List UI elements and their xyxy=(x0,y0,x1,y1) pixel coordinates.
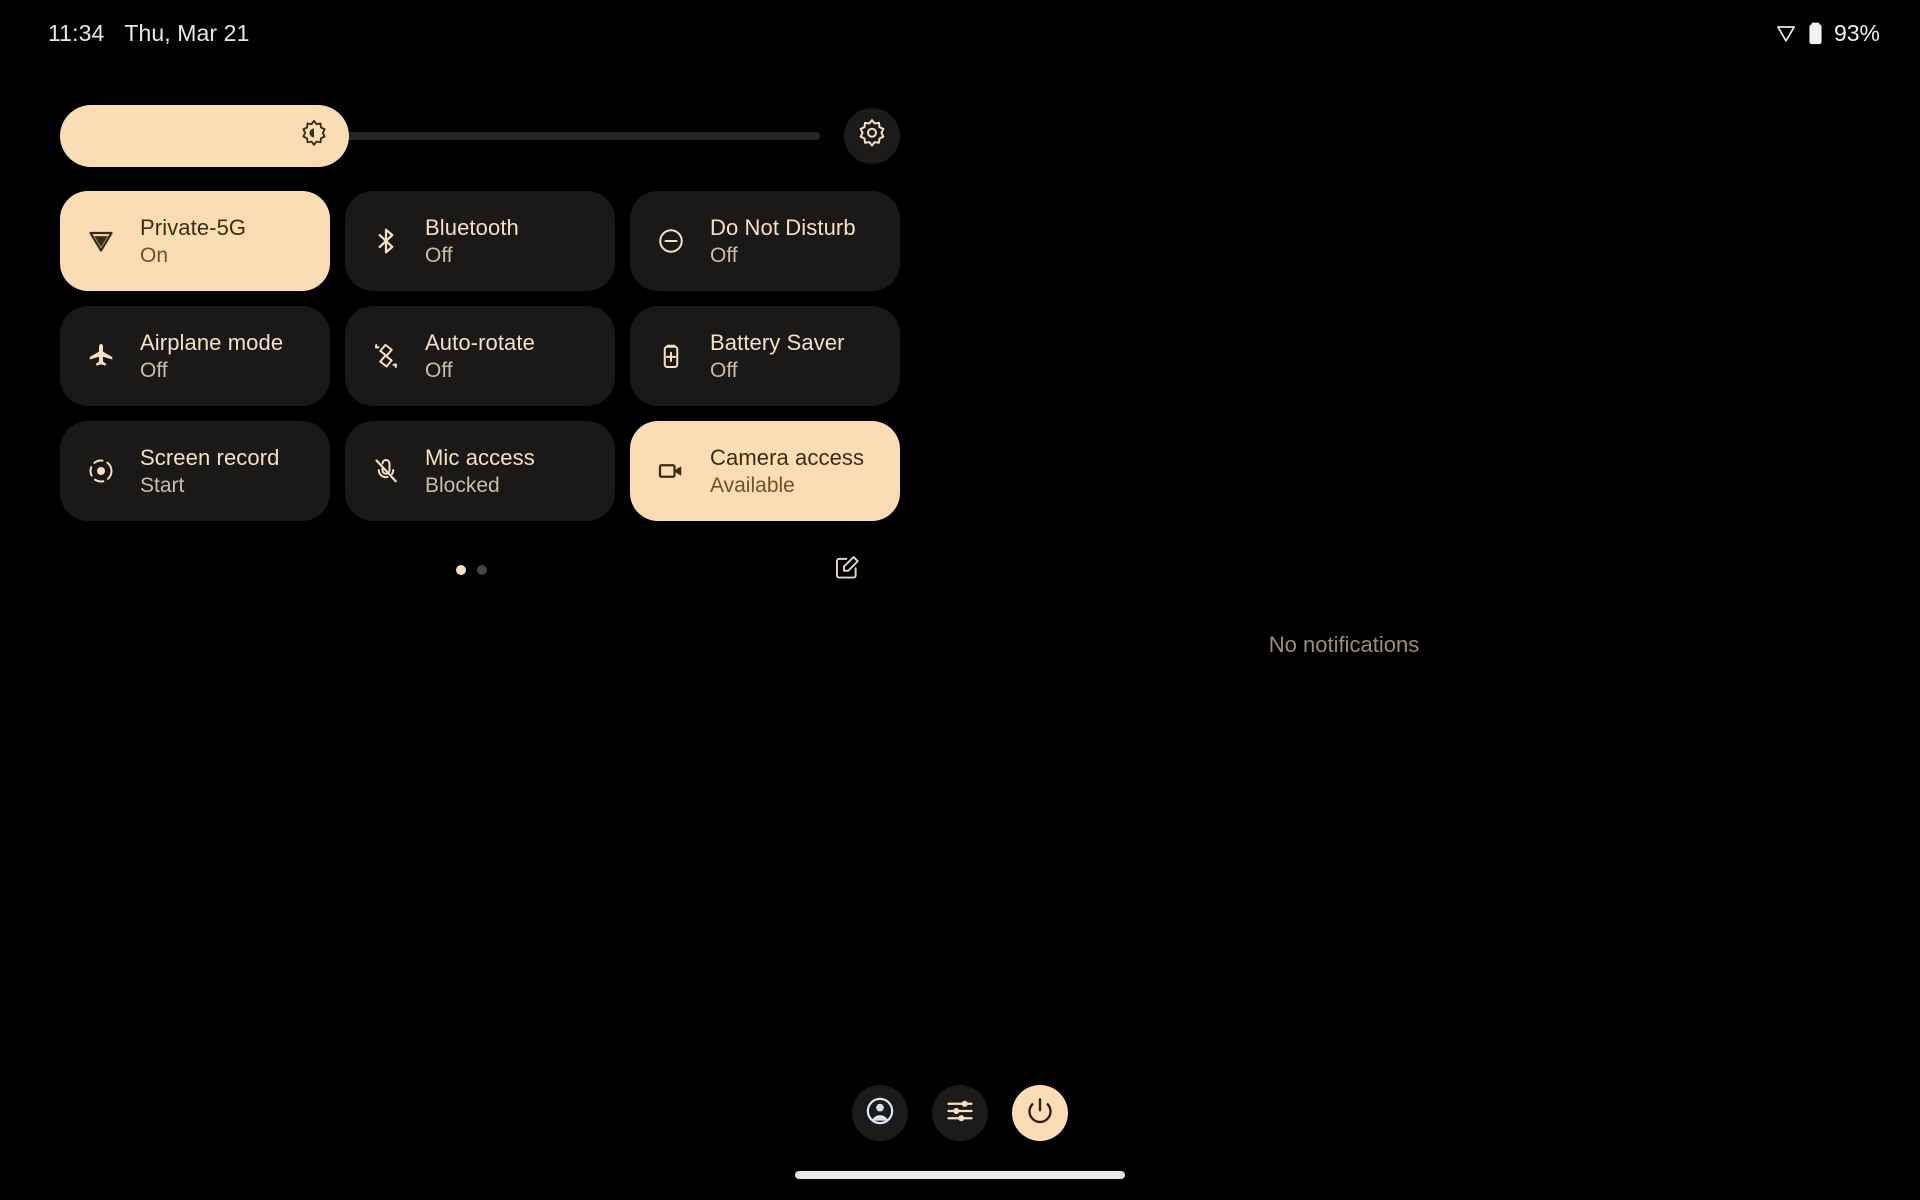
tile-state: Off xyxy=(425,358,453,382)
no-notifications-label: No notifications xyxy=(1268,632,1420,657)
brightness-slider-fill xyxy=(60,105,349,167)
page-dot-1[interactable] xyxy=(456,565,466,575)
screen-record-icon xyxy=(84,454,118,488)
tile-auto-rotate[interactable]: Auto-rotate Off xyxy=(345,306,615,406)
tile-label: Private-5G xyxy=(140,214,247,240)
airplane-icon xyxy=(84,339,118,373)
brightness-row xyxy=(60,105,900,167)
tile-do-not-disturb[interactable]: Do Not Disturb Off xyxy=(630,191,900,291)
battery-icon xyxy=(1808,22,1823,45)
power-icon xyxy=(1025,1096,1055,1131)
private-dns-triangle-icon xyxy=(84,224,118,258)
status-bar-left: 11:34 Thu, Mar 21 xyxy=(48,20,249,47)
tile-camera-access[interactable]: Camera access Available xyxy=(630,421,900,521)
home-indicator[interactable] xyxy=(795,1171,1125,1179)
power-button[interactable] xyxy=(1012,1085,1068,1141)
brightness-auto-button[interactable] xyxy=(844,108,900,164)
account-circle-icon xyxy=(864,1095,896,1132)
mic-off-icon xyxy=(369,454,403,488)
bluetooth-icon xyxy=(369,224,403,258)
tile-screen-record[interactable]: Screen record Start xyxy=(60,421,330,521)
bottom-action-bar xyxy=(0,1085,1920,1141)
tile-label: Screen record xyxy=(140,444,280,470)
camera-icon xyxy=(654,454,688,488)
tile-state: Blocked xyxy=(425,473,500,497)
do-not-disturb-icon xyxy=(654,224,688,258)
tile-airplane-mode[interactable]: Airplane mode Off xyxy=(60,306,330,406)
user-switcher-button[interactable] xyxy=(852,1085,908,1141)
tile-label: Auto-rotate xyxy=(425,329,535,355)
battery-saver-icon xyxy=(654,339,688,373)
edit-tiles-button[interactable] xyxy=(825,548,869,592)
status-bar-right: 93% xyxy=(1775,20,1880,47)
tile-label: Bluetooth xyxy=(425,214,519,240)
quick-settings-tile-grid: Private-5G On Bluetooth Off Do Not Distu… xyxy=(60,191,900,521)
status-bar: 11:34 Thu, Mar 21 93% xyxy=(0,0,1920,66)
tile-label: Mic access xyxy=(425,444,535,470)
tile-label: Camera access xyxy=(710,444,865,470)
edit-pencil-icon xyxy=(833,554,861,587)
page-dot-2[interactable] xyxy=(477,565,487,575)
battery-percent-label: 93% xyxy=(1833,19,1880,46)
tile-mic-access[interactable]: Mic access Blocked xyxy=(345,421,615,521)
tile-state: Off xyxy=(425,243,453,267)
tile-battery-saver[interactable]: Battery Saver Off xyxy=(630,306,900,406)
tile-state: On xyxy=(140,243,169,267)
tile-state: Off xyxy=(710,243,738,267)
tile-private-5g[interactable]: Private-5G On xyxy=(60,191,330,291)
private-dns-triangle-icon xyxy=(1775,22,1797,44)
tile-state: Available xyxy=(710,473,795,497)
page-dots[interactable] xyxy=(456,565,487,575)
sliders-icon xyxy=(944,1095,976,1132)
quick-settings-panel: Private-5G On Bluetooth Off Do Not Distu… xyxy=(60,105,900,593)
brightness-icon xyxy=(299,119,329,154)
tile-label: Battery Saver xyxy=(710,329,845,355)
tile-label: Airplane mode xyxy=(140,329,284,355)
quick-settings-footer xyxy=(60,547,900,593)
status-date: Thu, Mar 21 xyxy=(124,19,250,46)
auto-rotate-icon xyxy=(369,339,403,373)
tile-bluetooth[interactable]: Bluetooth Off xyxy=(345,191,615,291)
brightness-slider[interactable] xyxy=(60,105,820,167)
tile-label: Do Not Disturb xyxy=(710,214,856,240)
tile-state: Off xyxy=(140,358,168,382)
tile-state: Start xyxy=(140,473,185,497)
brightness-auto-icon xyxy=(856,118,888,155)
tile-state: Off xyxy=(710,358,738,382)
status-clock: 11:34 xyxy=(48,19,105,46)
settings-button[interactable] xyxy=(932,1085,988,1141)
